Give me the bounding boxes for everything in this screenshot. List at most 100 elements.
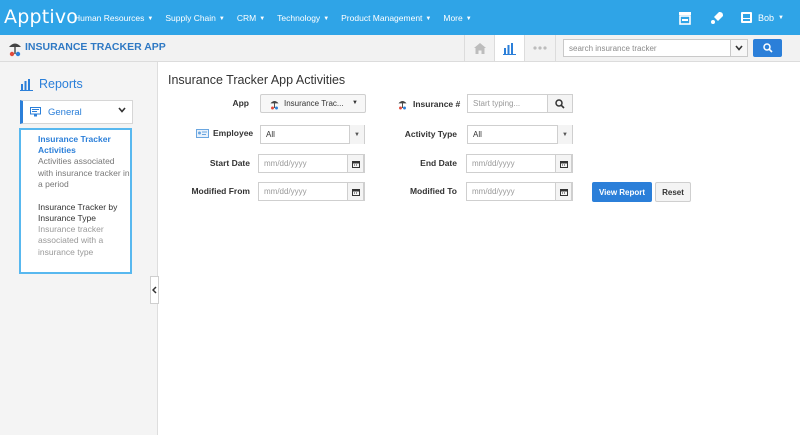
caret-down-icon: ▼	[465, 15, 472, 22]
start-date-field	[258, 154, 365, 173]
employee-select-toggle[interactable]: ▼	[349, 125, 364, 144]
employee-select[interactable]: All ▼	[260, 125, 365, 144]
caret-down-icon: ▼	[562, 131, 568, 138]
store-icon[interactable]	[676, 9, 694, 27]
search-box	[563, 39, 748, 57]
employee-select-value: All	[266, 130, 275, 139]
insurance-number-label-wrap: Insurance #	[397, 98, 460, 110]
more-icon[interactable]	[524, 35, 556, 61]
chevron-left-icon	[152, 286, 157, 294]
caret-down-icon: ▼	[147, 15, 154, 22]
calendar-icon	[351, 160, 360, 168]
calendar-icon	[559, 160, 568, 168]
modified-from-label: Modified From	[191, 186, 250, 196]
id-card-icon	[196, 128, 209, 138]
caret-down-icon: ▼	[425, 15, 432, 22]
menu-label: Product Management	[341, 12, 423, 23]
modified-to-field	[466, 182, 573, 201]
insurance-number-label: Insurance #	[413, 99, 461, 109]
app-label: App	[232, 98, 249, 108]
insurance-number-input[interactable]	[473, 99, 547, 108]
report-title[interactable]: Insurance Tracker Activities	[38, 134, 130, 156]
caret-down-icon: ▼	[778, 14, 784, 21]
caret-down-icon: ▼	[354, 131, 360, 138]
apptivo-logo[interactable]: Apptivo	[4, 6, 78, 28]
rocket-icon[interactable]	[708, 9, 726, 27]
list-item[interactable]: Insurance Tracker Activities Activities …	[38, 134, 130, 191]
user-menu[interactable]: Bob ▼	[740, 11, 784, 24]
calendar-icon	[351, 188, 360, 196]
app-select[interactable]: Insurance Trac... ▼	[260, 94, 366, 113]
report-description: Insurance tracker associated with a insu…	[38, 223, 104, 257]
modified-to-calendar-button[interactable]	[555, 182, 572, 201]
insurance-search-button[interactable]	[547, 94, 573, 113]
menu-label: Technology	[277, 12, 321, 23]
menu-supply-chain[interactable]: Supply Chain ▼	[165, 13, 225, 23]
start-date-label: Start Date	[209, 158, 250, 168]
chevron-down-icon	[118, 107, 126, 113]
end-date-calendar-button[interactable]	[555, 154, 572, 173]
app-select-value: Insurance Trac...	[284, 99, 344, 108]
view-report-button[interactable]: View Report	[592, 182, 652, 202]
search-dropdown-toggle[interactable]	[731, 39, 748, 57]
insurance-number-field	[467, 94, 548, 113]
reports-heading[interactable]: Reports	[20, 77, 83, 91]
user-name: Bob	[758, 12, 775, 23]
activity-type-select-toggle[interactable]: ▼	[557, 125, 572, 144]
user-avatar-icon	[741, 12, 753, 23]
modified-to-label: Modified To	[409, 186, 457, 196]
sidebar-collapse-toggle[interactable]	[150, 276, 159, 304]
end-date-field	[466, 154, 573, 173]
list-item[interactable]: Insurance Tracker by Insurance Type Insu…	[38, 202, 130, 259]
insurance-app-icon	[398, 101, 407, 110]
bar-chart-icon	[20, 78, 33, 91]
menu-label: Supply Chain	[165, 12, 216, 23]
general-group-toggle[interactable]: General	[20, 100, 133, 124]
calendar-icon	[559, 188, 568, 196]
modified-from-field	[258, 182, 365, 201]
menu-human-resources[interactable]: Human Resources ▼	[74, 13, 153, 23]
employee-label: Employee	[213, 128, 254, 138]
report-description: Activities associated with insurance tra…	[38, 156, 130, 189]
caret-down-icon: ▼	[323, 15, 330, 22]
start-date-calendar-button[interactable]	[347, 154, 364, 173]
caret-down-icon: ▼	[259, 15, 266, 22]
employee-label-wrap: Employee	[196, 128, 253, 138]
insurance-app-icon	[270, 100, 279, 109]
app-bar: INSURANCE TRACKER APP	[0, 35, 800, 62]
page-title: Insurance Tracker App Activities	[168, 73, 346, 87]
general-group-label: General	[48, 106, 82, 118]
menu-product-management[interactable]: Product Management ▼	[341, 13, 431, 23]
main-menu: Human Resources ▼ Supply Chain ▼ CRM ▼ Tech…	[74, 0, 484, 35]
monitor-icon	[30, 107, 41, 117]
report-title[interactable]: Insurance Tracker by Insurance Type	[38, 202, 130, 224]
top-nav: Apptivo Human Resources ▼ Supply Chain ▼ C…	[0, 0, 800, 35]
reports-heading-label: Reports	[39, 77, 83, 91]
search-icon	[555, 98, 565, 109]
reset-button[interactable]: Reset	[655, 182, 691, 202]
menu-label: Human Resources	[74, 12, 145, 23]
end-date-label: End Date	[420, 158, 457, 168]
reports-icon[interactable]	[494, 35, 524, 61]
caret-down-icon: ▼	[218, 15, 225, 22]
search-button[interactable]	[753, 39, 782, 57]
chevron-down-icon	[735, 45, 743, 51]
home-icon[interactable]	[464, 35, 494, 61]
menu-label: CRM	[236, 12, 257, 23]
activity-type-select[interactable]: All ▼	[467, 125, 573, 144]
modified-from-calendar-button[interactable]	[347, 182, 364, 201]
sidebar: Reports General Insurance Tracker Activi…	[0, 62, 158, 435]
activity-type-select-value: All	[473, 130, 482, 139]
report-list: Insurance Tracker Activities Activities …	[19, 128, 132, 274]
caret-down-icon: ▼	[352, 100, 358, 106]
menu-technology[interactable]: Technology ▼	[277, 13, 329, 23]
menu-crm[interactable]: CRM ▼	[237, 13, 265, 23]
insurance-app-icon	[9, 43, 21, 57]
app-title[interactable]: INSURANCE TRACKER APP	[25, 41, 166, 53]
menu-label: More	[443, 12, 463, 23]
activity-type-label: Activity Type	[404, 129, 457, 139]
search-icon	[762, 43, 773, 53]
menu-more[interactable]: More ▼	[443, 13, 471, 23]
nav-right: Bob ▼	[676, 0, 800, 35]
search-input[interactable]	[563, 39, 731, 57]
